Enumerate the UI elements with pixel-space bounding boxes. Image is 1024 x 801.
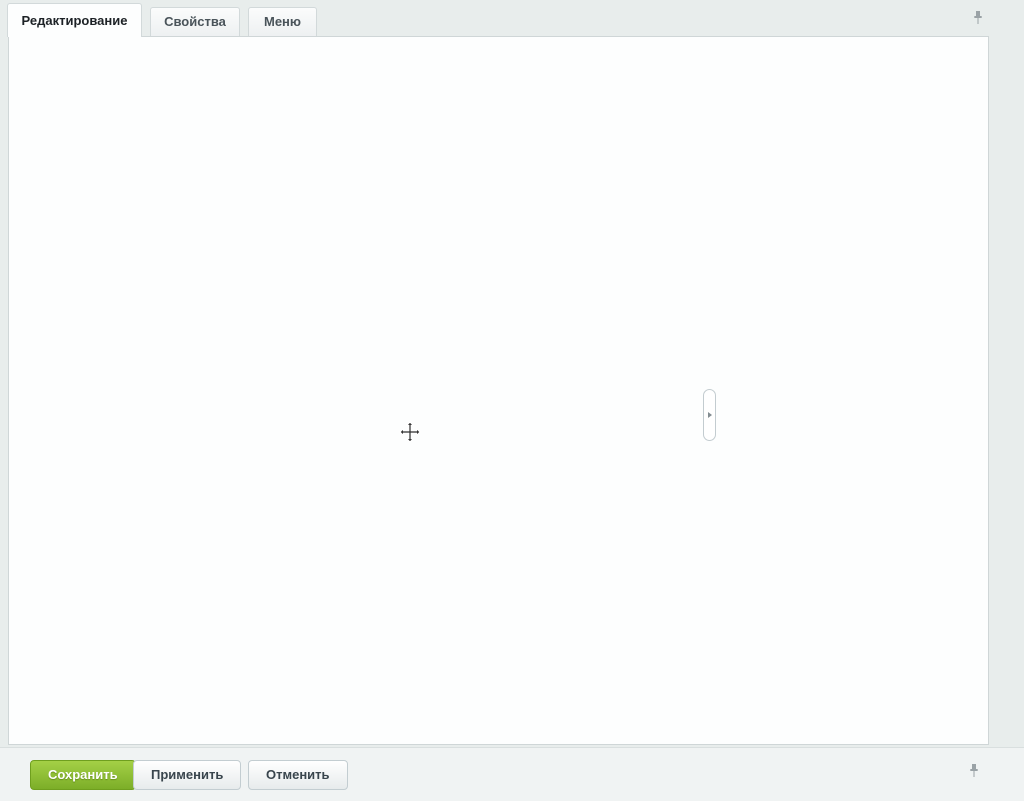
sidebar-collapse-handle[interactable] bbox=[703, 389, 716, 441]
tab-editing[interactable]: Редактирование bbox=[7, 3, 142, 37]
page-editor: Редактирование Свойства Меню Заголовок с… bbox=[0, 0, 1024, 801]
tab-properties[interactable]: Свойства bbox=[150, 7, 240, 37]
tab-menu[interactable]: Меню bbox=[248, 7, 317, 37]
pin-icon-top[interactable] bbox=[970, 10, 986, 26]
pin-icon-bottom[interactable] bbox=[966, 763, 982, 779]
edit-form-panel bbox=[8, 36, 989, 745]
apply-button[interactable]: Применить bbox=[133, 760, 241, 790]
cancel-button[interactable]: Отменить bbox=[248, 760, 348, 790]
chevron-right-icon bbox=[708, 412, 712, 418]
save-button[interactable]: Сохранить bbox=[30, 760, 136, 790]
move-cursor-icon bbox=[399, 421, 421, 443]
